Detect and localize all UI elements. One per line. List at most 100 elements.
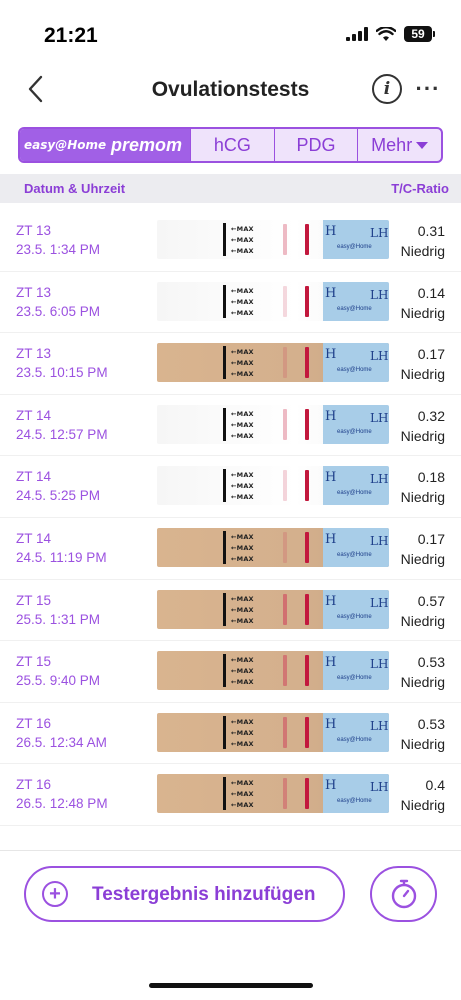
tab-hcg[interactable]: hCG — [190, 129, 274, 161]
cycle-day: ZT 13 — [16, 346, 52, 362]
cycle-day: ZT 16 — [16, 777, 52, 793]
test-datetime: 25.5. 9:40 PM — [16, 673, 101, 689]
tc-ratio-value: 0.53 — [417, 654, 445, 671]
add-test-result-button[interactable]: + Testergebnis hinzufügen — [24, 866, 345, 922]
row-ratio: 0.14 Niedrig — [401, 283, 445, 323]
cycle-day: ZT 14 — [16, 407, 52, 423]
row-date: ZT 13 23.5. 1:34 PM — [16, 221, 100, 259]
row-ratio: 0.4 Niedrig — [401, 775, 445, 815]
test-datetime: 24.5. 5:25 PM — [16, 488, 101, 504]
column-header-ratio: T/C-Ratio — [391, 181, 449, 196]
tab-pdg-label: PDG — [296, 134, 336, 155]
easy-home-logo: easy@Home — [24, 138, 107, 152]
tc-ratio-value: 0.57 — [417, 592, 445, 609]
add-test-result-label: Testergebnis hinzufügen — [92, 884, 316, 905]
list-item[interactable]: ZT 13 23.5. 6:05 PM ←MAX ←MAX ←MAX H LH … — [0, 272, 461, 334]
test-datetime: 23.5. 6:05 PM — [16, 303, 101, 319]
row-ratio: 0.31 Niedrig — [401, 221, 445, 261]
list-item[interactable]: ZT 16 26.5. 12:48 PM ←MAX ←MAX ←MAX H LH… — [0, 764, 461, 826]
more-options-button[interactable]: ··· — [414, 74, 442, 104]
test-strip-image: ←MAX ←MAX ←MAX H LH easy@Home — [157, 404, 389, 444]
test-datetime: 26.5. 12:34 AM — [16, 734, 107, 750]
wifi-icon — [376, 26, 396, 41]
test-type-tabs: easy@Home premom hCG PDG Mehr — [18, 127, 443, 163]
column-header-datetime: Datum & Uhrzeit — [24, 181, 126, 196]
battery-level: 59 — [404, 26, 432, 42]
cycle-day: ZT 15 — [16, 592, 52, 608]
ellipsis-icon: ··· — [415, 76, 441, 101]
tc-ratio-value: 0.32 — [417, 407, 445, 424]
row-ratio: 0.32 Niedrig — [401, 406, 445, 446]
row-date: ZT 14 24.5. 11:19 PM — [16, 529, 107, 567]
tc-ratio-value: 0.31 — [417, 223, 445, 239]
row-date: ZT 16 26.5. 12:34 AM — [16, 714, 107, 752]
test-strip-image: ←MAX ←MAX ←MAX H LH easy@Home — [157, 527, 389, 567]
test-datetime: 24.5. 12:57 PM — [16, 426, 108, 442]
test-datetime: 23.5. 10:15 PM — [16, 365, 108, 381]
test-strip-image: ←MAX ←MAX ←MAX H LH easy@Home — [157, 651, 389, 691]
row-ratio: 0.53 Niedrig — [401, 652, 445, 692]
tc-ratio-value: 0.14 — [417, 284, 445, 301]
list-item[interactable]: ZT 14 24.5. 5:25 PM ←MAX ←MAX ←MAX H LH … — [0, 456, 461, 518]
tab-pdg[interactable]: PDG — [273, 129, 358, 161]
tc-ratio-level: Niedrig — [400, 427, 445, 444]
nav-bar: Ovulationstests i ··· — [0, 62, 461, 118]
list-item[interactable]: ZT 16 26.5. 12:34 AM ←MAX ←MAX ←MAX H LH… — [0, 703, 461, 765]
row-date: ZT 14 24.5. 5:25 PM — [16, 467, 100, 505]
tc-ratio-value: 0.17 — [417, 530, 445, 547]
row-date: ZT 13 23.5. 6:05 PM — [16, 283, 100, 321]
cycle-day: ZT 13 — [16, 284, 52, 300]
test-strip-image: ←MAX ←MAX ←MAX H LH easy@Home — [157, 774, 389, 814]
tab-hcg-label: hCG — [213, 134, 251, 155]
tc-ratio-level: Niedrig — [400, 674, 445, 691]
test-strip-image: ←MAX ←MAX ←MAX H LH easy@Home — [157, 281, 389, 321]
test-datetime: 23.5. 1:34 PM — [16, 242, 101, 257]
row-ratio: 0.17 Niedrig — [401, 344, 445, 384]
cycle-day: ZT 16 — [16, 715, 52, 731]
table-header: Datum & Uhrzeit T/C-Ratio — [0, 174, 461, 203]
list-item[interactable]: ZT 13 23.5. 1:34 PM ←MAX ←MAX ←MAX H LH … — [0, 210, 461, 272]
tc-ratio-value: 0.17 — [417, 346, 445, 363]
tc-ratio-level: Niedrig — [400, 489, 445, 506]
test-strip-image: ←MAX ←MAX ←MAX H LH easy@Home — [157, 712, 389, 752]
tab-more[interactable]: Mehr — [357, 129, 441, 161]
row-ratio: 0.17 Niedrig — [401, 529, 445, 569]
tc-ratio-level: Niedrig — [400, 735, 445, 752]
row-date: ZT 15 25.5. 1:31 PM — [16, 591, 100, 629]
tc-ratio-level: Niedrig — [400, 366, 445, 383]
tc-ratio-level: Niedrig — [400, 304, 445, 321]
list-item[interactable]: ZT 14 24.5. 12:57 PM ←MAX ←MAX ←MAX H LH… — [0, 395, 461, 457]
list-item[interactable]: ZT 13 23.5. 10:15 PM ←MAX ←MAX ←MAX H LH… — [0, 333, 461, 395]
info-button[interactable]: i — [372, 74, 402, 104]
row-date: ZT 16 26.5. 12:48 PM — [16, 775, 108, 813]
tc-ratio-value: 0.53 — [417, 715, 445, 732]
test-strip-image: ←MAX ←MAX ←MAX H LH easy@Home — [157, 466, 389, 506]
cycle-day: ZT 14 — [16, 469, 52, 485]
test-datetime: 25.5. 1:31 PM — [16, 611, 101, 627]
status-time: 21:21 — [44, 24, 98, 47]
cellular-signal-icon — [346, 27, 368, 41]
status-bar: 21:21 59 — [0, 0, 461, 62]
timer-button[interactable] — [370, 866, 437, 922]
list-item[interactable]: ZT 14 24.5. 11:19 PM ←MAX ←MAX ←MAX H LH… — [0, 518, 461, 580]
chevron-down-icon — [416, 141, 429, 149]
cycle-day: ZT 15 — [16, 654, 52, 670]
tab-ovulation[interactable]: easy@Home premom — [20, 129, 190, 161]
plus-circle-icon: + — [42, 881, 68, 907]
list-item[interactable]: ZT 15 25.5. 1:31 PM ←MAX ←MAX ←MAX H LH … — [0, 580, 461, 642]
cycle-day: ZT 13 — [16, 223, 52, 238]
test-datetime: 26.5. 12:48 PM — [16, 796, 108, 812]
tc-ratio-value: 0.4 — [425, 777, 445, 794]
tc-ratio-level: Niedrig — [400, 612, 445, 629]
info-icon: i — [383, 79, 391, 99]
tc-ratio-level: Niedrig — [400, 550, 445, 567]
battery-icon: 59 — [404, 26, 435, 42]
test-datetime: 24.5. 11:19 PM — [16, 549, 107, 565]
row-ratio: 0.18 Niedrig — [401, 467, 445, 507]
row-date: ZT 13 23.5. 10:15 PM — [16, 344, 108, 382]
cycle-day: ZT 14 — [16, 530, 52, 546]
test-strip-image: ←MAX ←MAX ←MAX H LH easy@Home — [157, 343, 389, 383]
stopwatch-icon — [391, 879, 416, 909]
list-item[interactable]: ZT 15 25.5. 9:40 PM ←MAX ←MAX ←MAX H LH … — [0, 641, 461, 703]
test-strip-image: ←MAX ←MAX ←MAX H LH easy@Home — [157, 220, 389, 259]
